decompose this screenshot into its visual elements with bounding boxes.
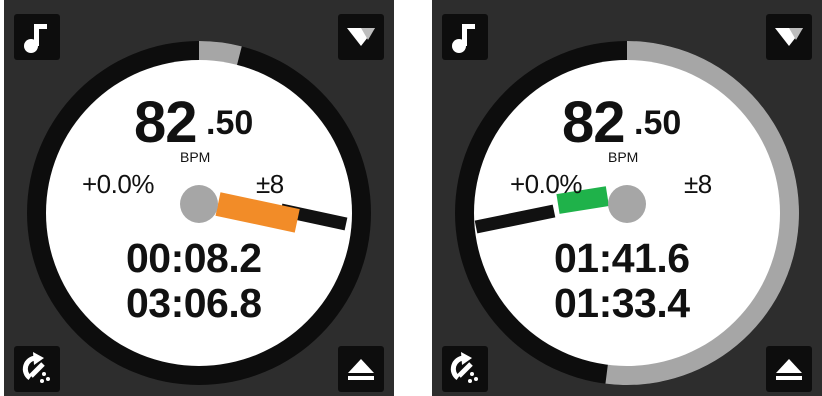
pitch-value: +0.0% <box>510 169 582 199</box>
sync-icon <box>450 352 478 383</box>
bpm-decimal: .50 <box>206 104 254 142</box>
sync-button[interactable] <box>442 346 488 392</box>
pitch-knob <box>180 185 218 223</box>
elapsed-time: 01:41.6 <box>554 235 690 281</box>
remaining-time: 01:33.4 <box>554 280 690 326</box>
pitch-value: +0.0% <box>82 169 154 199</box>
bpm-value: 82 <box>562 90 626 155</box>
pitch-knob <box>608 185 646 223</box>
platter[interactable]: 82 .50 BPM +0.0% ±8 00:08.2 03:06.8 <box>26 40 372 386</box>
bpm-decimal: .50 <box>634 104 682 142</box>
platter-ring <box>27 41 371 385</box>
pitch-range: ±8 <box>684 169 712 199</box>
remaining-time: 03:06.8 <box>126 280 262 326</box>
bpm-unit-label: BPM <box>180 149 211 165</box>
elapsed-time: 00:08.2 <box>126 235 262 281</box>
bpm-unit-label: BPM <box>608 149 639 165</box>
platter[interactable]: 82 .50 BPM +0.0% ±8 01:41.6 01:33.4 <box>454 40 800 386</box>
sync-button[interactable] <box>14 346 60 392</box>
eject-button[interactable] <box>338 346 384 392</box>
platter-ring <box>455 41 799 385</box>
eject-icon <box>348 359 374 380</box>
deck-right: 82 .50 BPM +0.0% ±8 01:41.6 01:33.4 <box>432 0 822 396</box>
eject-icon <box>776 359 802 380</box>
sync-icon <box>22 352 50 383</box>
deck-left: 82 .50 BPM +0.0% ±8 00:08.2 03:06.8 <box>4 0 394 396</box>
bpm-value: 82 <box>134 90 198 155</box>
pitch-range: ±8 <box>256 169 284 199</box>
eject-button[interactable] <box>766 346 812 392</box>
